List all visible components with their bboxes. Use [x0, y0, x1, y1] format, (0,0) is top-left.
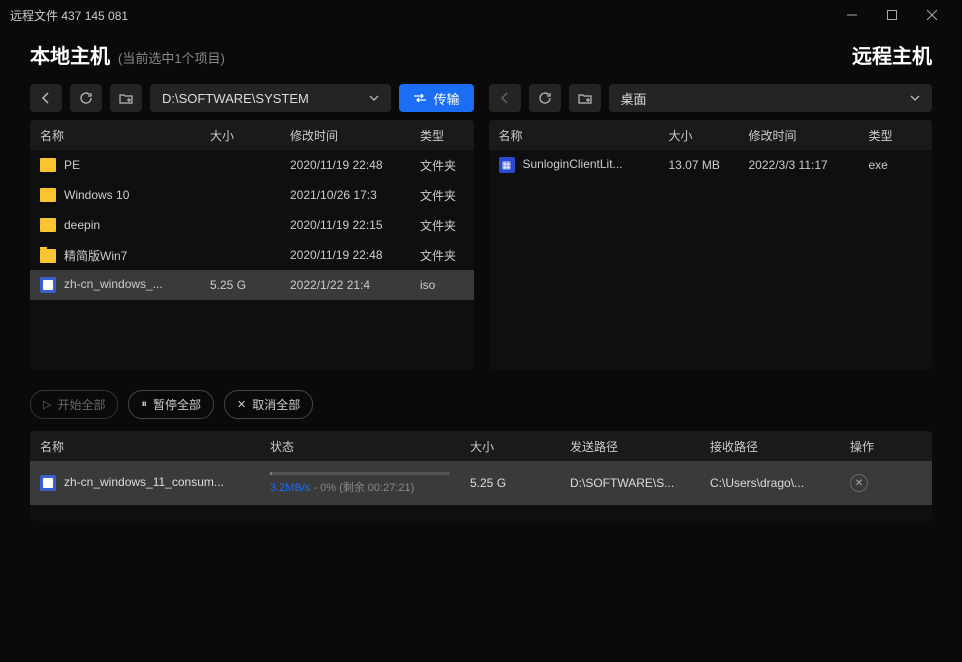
- iso-icon: [40, 277, 56, 293]
- remote-table-body: SunloginClientLit... 13.07 MB 2022/3/3 1…: [489, 150, 933, 370]
- start-all-button[interactable]: ▷开始全部: [30, 390, 118, 419]
- remote-pane: 桌面 名称 大小 修改时间 类型 SunloginClientLit... 13…: [489, 84, 933, 370]
- table-row[interactable]: 精简版Win7 2020/11/19 22:48 文件夹: [30, 240, 474, 270]
- transfer-label: 传输: [433, 89, 459, 108]
- refresh-button[interactable]: [529, 84, 561, 112]
- queue-row[interactable]: zh-cn_windows_11_consum... 3.2MB/s - 0% …: [30, 461, 932, 505]
- back-button[interactable]: [489, 84, 521, 112]
- col-type[interactable]: 类型: [410, 127, 474, 144]
- pause-all-button[interactable]: ⏸暂停全部: [128, 390, 214, 419]
- transfer-icon: [413, 92, 427, 104]
- maximize-button[interactable]: [872, 0, 912, 30]
- local-pane: D:\SOFTWARE\SYSTEM 传输 名称 大小 修改时间 类型 PE 2…: [30, 84, 474, 370]
- qcol-send[interactable]: 发送路径: [560, 438, 700, 455]
- table-row[interactable]: zh-cn_windows_... 5.25 G 2022/1/22 21:4 …: [30, 270, 474, 300]
- close-button[interactable]: [912, 0, 952, 30]
- qcol-op[interactable]: 操作: [840, 438, 932, 455]
- play-icon: ▷: [43, 398, 51, 411]
- folder-icon: [40, 188, 56, 202]
- col-modified[interactable]: 修改时间: [739, 127, 859, 144]
- local-table-header: 名称 大小 修改时间 类型: [30, 120, 474, 150]
- chevron-down-icon: [369, 95, 379, 101]
- remote-path-text: 桌面: [621, 89, 647, 108]
- queue-table-header: 名称 状态 大小 发送路径 接收路径 操作: [30, 431, 932, 461]
- table-row[interactable]: SunloginClientLit... 13.07 MB 2022/3/3 1…: [489, 150, 933, 180]
- new-folder-button[interactable]: [110, 84, 142, 112]
- progress-bar: [270, 472, 450, 475]
- remote-table-header: 名称 大小 修改时间 类型: [489, 120, 933, 150]
- col-modified[interactable]: 修改时间: [280, 127, 410, 144]
- col-name[interactable]: 名称: [489, 127, 659, 144]
- chevron-down-icon: [910, 95, 920, 101]
- minimize-button[interactable]: [832, 0, 872, 30]
- status-text: 3.2MB/s - 0% (剩余 00:27:21): [270, 479, 450, 495]
- local-host-title: 本地主机: [30, 40, 110, 69]
- remote-host-title: 远程主机: [852, 40, 932, 69]
- cancel-row-button[interactable]: ✕: [850, 474, 868, 492]
- pause-icon: ⏸: [141, 398, 147, 411]
- titlebar: 远程文件 437 145 081: [0, 0, 962, 30]
- folder-icon: [40, 218, 56, 232]
- qcol-name[interactable]: 名称: [30, 438, 260, 455]
- local-host-subtitle: (当前选中1个项目): [118, 48, 225, 67]
- qcol-recv[interactable]: 接收路径: [700, 438, 840, 455]
- col-type[interactable]: 类型: [859, 127, 933, 144]
- table-row[interactable]: Windows 10 2021/10/26 17:3 文件夹: [30, 180, 474, 210]
- local-table-body: PE 2020/11/19 22:48 文件夹 Windows 10 2021/…: [30, 150, 474, 370]
- back-button[interactable]: [30, 84, 62, 112]
- local-path-select[interactable]: D:\SOFTWARE\SYSTEM: [150, 84, 391, 112]
- col-name[interactable]: 名称: [30, 127, 200, 144]
- iso-icon: [40, 475, 56, 491]
- new-folder-button[interactable]: [569, 84, 601, 112]
- col-size[interactable]: 大小: [659, 127, 739, 144]
- exe-icon: [499, 157, 515, 173]
- queue-table-body: zh-cn_windows_11_consum... 3.2MB/s - 0% …: [30, 461, 932, 521]
- folder-icon: [40, 249, 56, 263]
- refresh-button[interactable]: [70, 84, 102, 112]
- cancel-icon: ✕: [237, 398, 246, 411]
- cancel-all-button[interactable]: ✕取消全部: [224, 390, 313, 419]
- table-row[interactable]: deepin 2020/11/19 22:15 文件夹: [30, 210, 474, 240]
- table-row[interactable]: PE 2020/11/19 22:48 文件夹: [30, 150, 474, 180]
- folder-icon: [40, 158, 56, 172]
- local-path-text: D:\SOFTWARE\SYSTEM: [162, 91, 309, 106]
- transfer-button[interactable]: 传输: [399, 84, 473, 112]
- remote-path-select[interactable]: 桌面: [609, 84, 933, 112]
- qcol-status[interactable]: 状态: [260, 438, 460, 455]
- window-title: 远程文件 437 145 081: [10, 7, 832, 24]
- col-size[interactable]: 大小: [200, 127, 280, 144]
- qcol-size[interactable]: 大小: [460, 438, 560, 455]
